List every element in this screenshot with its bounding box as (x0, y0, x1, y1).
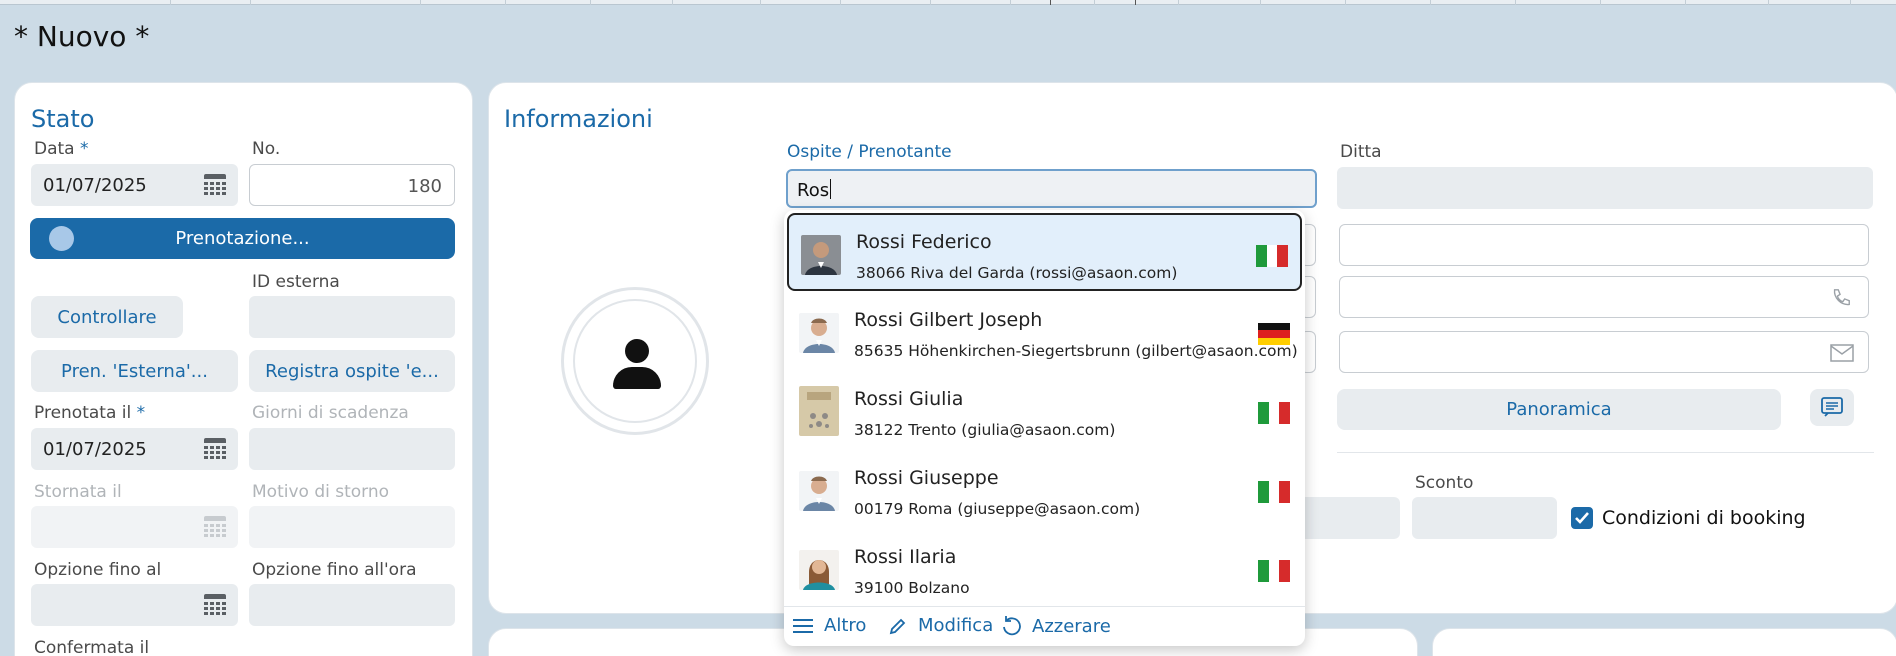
guest-option[interactable]: Rossi Federico 38066 Riva del Garda (ros… (787, 213, 1302, 291)
reset-icon (1003, 616, 1021, 636)
guest-avatar[interactable] (561, 287, 709, 435)
data-label: Data * (34, 139, 89, 159)
calendar-icon[interactable] (204, 438, 226, 460)
italy-flag-icon (1258, 481, 1291, 503)
mail-icon (1830, 344, 1854, 362)
data-field[interactable]: 01/07/2025 (31, 164, 238, 206)
pren-esterna-button[interactable]: Pren. 'Esterna'... (31, 350, 238, 392)
controllare-button[interactable]: Controllare (31, 296, 183, 338)
giorni-scadenza-field[interactable] (249, 428, 455, 470)
stato-title: Stato (31, 105, 95, 133)
email-field[interactable] (1339, 331, 1869, 373)
prenotazione-button[interactable]: Prenotazione... (30, 218, 455, 259)
calendar-icon (204, 516, 226, 538)
ospite-search-input[interactable]: Ros (786, 169, 1317, 208)
stornata-il-field (31, 506, 238, 548)
ditta-field[interactable] (1337, 167, 1873, 209)
italy-flag-icon (1256, 245, 1289, 267)
pencil-icon (889, 618, 906, 634)
prenotata-il-field[interactable]: 01/07/2025 (31, 428, 238, 470)
id-esterna-field[interactable] (249, 296, 455, 338)
confermata-il-label: Confermata il (34, 638, 150, 656)
italy-flag-icon (1258, 560, 1291, 582)
right-field-1[interactable] (1339, 224, 1869, 266)
prenotata-il-label: Prenotata il * (34, 403, 146, 423)
informazioni-title: Informazioni (504, 105, 653, 133)
guest-option[interactable]: Rossi Gilbert Joseph 85635 Höhenkirchen-… (787, 293, 1302, 371)
calendar-icon[interactable] (204, 174, 226, 196)
no-label: No. (252, 139, 281, 159)
sconto-field[interactable] (1412, 497, 1557, 539)
germany-flag-icon (1258, 323, 1290, 345)
top-strip (0, 0, 1896, 5)
ditta-label: Ditta (1340, 142, 1382, 162)
condizioni-checkbox[interactable] (1571, 507, 1593, 529)
section-divider (1337, 452, 1874, 453)
bottom-panel-right (1432, 628, 1896, 656)
guest-photo (799, 386, 839, 436)
registra-ospite-button[interactable]: Registra ospite 'e... (249, 350, 455, 392)
opzione-fino-ora-field[interactable] (249, 584, 455, 626)
opzione-fino-al-label: Opzione fino al (34, 560, 162, 580)
motivo-storno-label: Motivo di storno (252, 482, 390, 502)
stornata-il-label: Stornata il (34, 482, 122, 502)
toggle-icon[interactable] (49, 226, 74, 251)
calendar-icon[interactable] (204, 594, 226, 616)
notes-button[interactable] (1810, 389, 1854, 426)
guest-photo (799, 550, 839, 590)
guest-photo (799, 471, 839, 511)
italy-flag-icon (1258, 402, 1291, 424)
opzione-fino-ora-label: Opzione fino all'ora (252, 560, 417, 580)
phone-icon (1833, 289, 1850, 306)
check-icon (1575, 512, 1589, 524)
notes-icon (1821, 397, 1843, 417)
guest-photo (799, 313, 839, 353)
guest-option[interactable]: Rossi Giulia 38122 Trento (giulia@asaon.… (787, 372, 1302, 450)
panoramica-button[interactable]: Panoramica (1337, 389, 1781, 430)
modifica-button[interactable]: Modifica (888, 615, 993, 636)
sconto-label: Sconto (1415, 473, 1474, 493)
altro-button[interactable]: Altro (792, 615, 866, 636)
guest-photo (801, 235, 841, 275)
ospite-label: Ospite / Prenotante (787, 142, 952, 162)
condizioni-label[interactable]: Condizioni di booking (1602, 507, 1806, 529)
giorni-scadenza-label: Giorni di scadenza (252, 403, 409, 423)
window-title: * Nuovo * (14, 20, 150, 53)
guest-suggestions-dropdown: Rossi Federico 38066 Riva del Garda (ros… (784, 210, 1305, 646)
guest-option[interactable]: Rossi Ilaria 39100 Bolzano (787, 530, 1302, 608)
guest-option[interactable]: Rossi Giuseppe 00179 Roma (giuseppe@asao… (787, 451, 1302, 529)
hidden-discount-field[interactable] (1300, 497, 1400, 539)
azzerare-button[interactable]: Azzerare (1000, 615, 1111, 637)
dropdown-footer: Altro Modifica Azzerare (784, 606, 1305, 646)
phone-field[interactable] (1339, 276, 1869, 318)
menu-icon (793, 618, 813, 633)
no-field[interactable]: 180 (249, 164, 455, 206)
id-esterna-label: ID esterna (252, 272, 340, 292)
motivo-storno-field (249, 506, 455, 548)
opzione-fino-al-field[interactable] (31, 584, 238, 626)
person-icon (625, 339, 649, 363)
